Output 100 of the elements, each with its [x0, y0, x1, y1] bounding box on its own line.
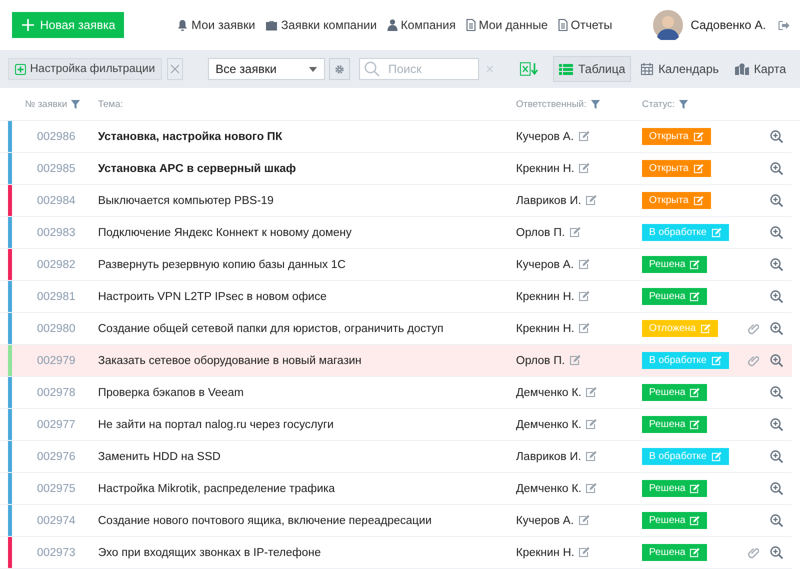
zoom-in-icon[interactable]: [770, 386, 783, 399]
edit-icon[interactable]: [585, 195, 598, 206]
filter-dropdown[interactable]: Все заявки: [208, 58, 325, 80]
request-number[interactable]: 002986: [37, 130, 98, 142]
status-badge[interactable]: В обработке: [642, 352, 729, 369]
view-tab[interactable]: Карта: [728, 56, 792, 82]
settings-button[interactable]: [328, 58, 350, 80]
zoom-in-icon[interactable]: [770, 546, 783, 559]
table-row[interactable]: 002981 Настроить VPN L2TP IPsec в новом офисе Крекнин Н. Решена: [0, 281, 792, 313]
status-badge[interactable]: Решена: [642, 288, 708, 305]
view-tab[interactable]: Таблица: [553, 56, 632, 82]
zoom-in-icon[interactable]: [770, 450, 783, 463]
request-number[interactable]: 002976: [37, 450, 98, 462]
zoom-in-icon[interactable]: [770, 322, 783, 335]
zoom-in-icon[interactable]: [770, 418, 783, 431]
view-tab[interactable]: Календарь: [635, 56, 725, 82]
edit-icon[interactable]: [578, 259, 590, 270]
nav-link[interactable]: Компания: [386, 18, 456, 32]
nav-link[interactable]: Отчеты: [558, 18, 612, 32]
close-icon[interactable]: [486, 65, 494, 73]
status-badge[interactable]: Открыта: [642, 128, 711, 145]
filter-settings-button[interactable]: Настройка фильтрации: [8, 58, 162, 80]
paperclip-icon[interactable]: [748, 322, 759, 334]
search-field[interactable]: Поиск: [359, 58, 480, 80]
request-number[interactable]: 002974: [37, 514, 98, 526]
zoom-in-icon[interactable]: [770, 226, 783, 239]
table-row[interactable]: 002983 Подключение Яндекс Коннект к новому домену Орлов П. В обработке: [0, 217, 792, 249]
request-number[interactable]: 002979: [37, 354, 98, 366]
request-subject: Установка, настройка нового ПК: [98, 130, 284, 142]
request-number[interactable]: 002982: [37, 258, 98, 270]
status-badge[interactable]: Решена: [642, 416, 708, 433]
edit-icon: [689, 548, 700, 558]
edit-icon[interactable]: [568, 355, 581, 366]
request-number[interactable]: 002984: [37, 194, 98, 206]
zoom-in-icon[interactable]: [770, 258, 783, 271]
assignee-name: Кучеров А.: [516, 130, 574, 142]
status-badge[interactable]: Открыта: [642, 160, 711, 177]
edit-icon[interactable]: [585, 483, 598, 494]
zoom-in-icon[interactable]: [770, 514, 783, 527]
request-number[interactable]: 002977: [37, 418, 98, 430]
status-badge[interactable]: В обработке: [642, 448, 729, 465]
clear-filter-button[interactable]: [167, 58, 183, 80]
request-subject: Настройка Mikrotik, распределение трафика: [98, 482, 336, 494]
nav-link[interactable]: Заявки компании: [265, 18, 377, 32]
logout-icon[interactable]: [778, 20, 790, 30]
filter-icon[interactable]: [678, 100, 688, 108]
paperclip-icon[interactable]: [748, 546, 759, 558]
excel-export-icon[interactable]: [520, 62, 540, 76]
table-row[interactable]: 002977 Не зайти на портал nalog.ru через госуслуги Демченко К. Решена: [0, 409, 792, 441]
status-badge[interactable]: Открыта: [642, 192, 711, 209]
list-icon: [559, 64, 574, 74]
status-badge[interactable]: Решена: [642, 256, 708, 273]
request-subject: Настроить VPN L2TP IPsec в новом офисе: [98, 290, 328, 302]
status-badge[interactable]: Решена: [642, 544, 708, 561]
edit-icon[interactable]: [578, 163, 590, 174]
status-badge[interactable]: Решена: [642, 512, 708, 529]
zoom-in-icon[interactable]: [770, 194, 783, 207]
nav-link[interactable]: Мои заявки: [177, 18, 256, 32]
zoom-in-icon[interactable]: [770, 354, 783, 367]
request-number[interactable]: 002983: [37, 226, 98, 238]
table-row[interactable]: 002982 Развернуть резервную копию базы данных 1С Кучеров А. Решена: [0, 249, 792, 281]
edit-icon[interactable]: [585, 451, 598, 462]
status-badge[interactable]: Решена: [642, 384, 708, 401]
filter-icon[interactable]: [71, 100, 80, 108]
edit-icon[interactable]: [585, 387, 598, 398]
table-row[interactable]: 002976 Заменить HDD на SSD Лавриков И. В обработке: [0, 441, 792, 473]
request-number[interactable]: 002981: [37, 290, 98, 302]
table-row[interactable]: 002974 Создание нового почтового ящика, включение переадресации Кучеров А. Решена: [0, 505, 792, 537]
request-number[interactable]: 002978: [37, 386, 98, 398]
status-badge[interactable]: Отложена: [642, 320, 718, 337]
table-row[interactable]: 002986 Установка, настройка нового ПК Кучеров А. Открыта: [0, 121, 792, 153]
table-row[interactable]: 002984 Выключается компьютер PBS-19 Лавриков И. Открыта: [0, 185, 792, 217]
edit-icon[interactable]: [578, 291, 590, 302]
zoom-in-icon[interactable]: [770, 130, 783, 143]
status-badge[interactable]: В обработке: [642, 224, 729, 241]
zoom-in-icon[interactable]: [770, 162, 783, 175]
request-subject: Выключается компьютер PBS-19: [98, 194, 275, 206]
table-row[interactable]: 002973 Эхо при входящих звонках в IP-телефоне Крекнин Н. Решена: [0, 537, 792, 569]
paperclip-icon[interactable]: [748, 354, 759, 366]
nav-link[interactable]: Мои данные: [466, 18, 548, 32]
edit-icon[interactable]: [578, 131, 590, 142]
edit-icon[interactable]: [578, 323, 590, 334]
edit-icon[interactable]: [578, 547, 590, 558]
zoom-in-icon[interactable]: [770, 482, 783, 495]
status-badge[interactable]: Решена: [642, 480, 708, 497]
edit-icon[interactable]: [568, 227, 581, 238]
request-subject: Создание нового почтового ящика, включение переадресации: [98, 514, 433, 526]
request-number[interactable]: 002973: [37, 546, 98, 558]
table-row[interactable]: 002979 Заказать сетевое оборудование в новый магазин Орлов П. В обработке: [0, 345, 792, 377]
request-number[interactable]: 002975: [37, 482, 98, 494]
table-row[interactable]: 002975 Настройка Mikrotik, распределение трафика Демченко К. Решена: [0, 473, 792, 505]
edit-icon[interactable]: [585, 419, 598, 430]
request-number[interactable]: 002985: [37, 162, 98, 174]
new-request-button[interactable]: Новая заявка: [12, 12, 124, 38]
zoom-in-icon[interactable]: [770, 290, 783, 303]
filter-icon[interactable]: [590, 100, 600, 108]
request-number[interactable]: 002980: [37, 322, 98, 334]
edit-icon[interactable]: [578, 515, 590, 526]
table-row[interactable]: 002978 Проверка бэкапов в Veeam Демченко К. Решена: [0, 377, 792, 409]
table-row[interactable]: 002985 Установка APC в серверный шкаф Крекнин Н. Открыта: [0, 153, 792, 185]
